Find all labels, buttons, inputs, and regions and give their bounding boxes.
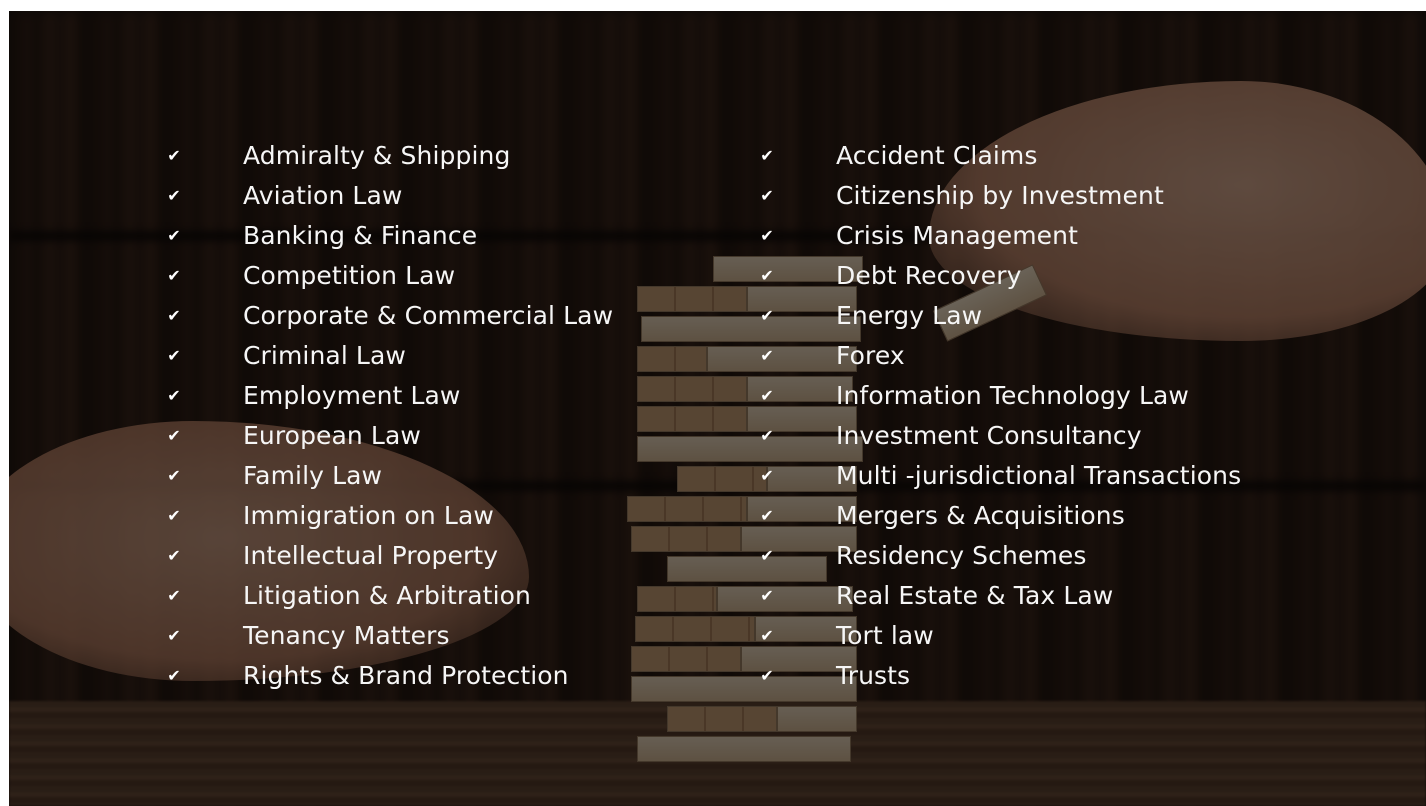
practice-area-label: Energy Law bbox=[836, 301, 983, 330]
practice-areas-left-list: ✔ Admiralty & Shipping ✔ Aviation Law ✔ Ban… bbox=[165, 136, 765, 696]
practice-area-label: Investment Consultancy bbox=[836, 421, 1142, 450]
list-item: ✔ Competition Law bbox=[165, 256, 765, 296]
practice-area-label: European Law bbox=[243, 421, 421, 450]
check-icon: ✔ bbox=[760, 386, 774, 405]
practice-area-label: Information Technology Law bbox=[836, 381, 1189, 410]
list-item: ✔ Tenancy Matters bbox=[165, 616, 765, 656]
practice-area-label: Criminal Law bbox=[243, 341, 406, 370]
check-icon: ✔ bbox=[760, 426, 774, 445]
list-item: ✔ Real Estate & Tax Law bbox=[758, 576, 1418, 616]
list-item: ✔ Rights & Brand Protection bbox=[165, 656, 765, 696]
check-icon: ✔ bbox=[760, 626, 774, 645]
check-icon: ✔ bbox=[167, 306, 181, 325]
list-item: ✔ Residency Schemes bbox=[758, 536, 1418, 576]
practice-area-label: Multi -jurisdictional Transactions bbox=[836, 461, 1242, 490]
check-icon: ✔ bbox=[167, 626, 181, 645]
list-item: ✔ Litigation & Arbitration bbox=[165, 576, 765, 616]
check-icon: ✔ bbox=[167, 466, 181, 485]
list-item: ✔ Tort law bbox=[758, 616, 1418, 656]
list-item: ✔ Trusts bbox=[758, 656, 1418, 696]
check-icon: ✔ bbox=[167, 146, 181, 165]
list-item: ✔ Accident Claims bbox=[758, 136, 1418, 176]
list-item: ✔ Energy Law bbox=[758, 296, 1418, 336]
check-icon: ✔ bbox=[167, 546, 181, 565]
check-icon: ✔ bbox=[167, 226, 181, 245]
list-item: ✔ European Law bbox=[165, 416, 765, 456]
check-icon: ✔ bbox=[167, 426, 181, 445]
list-item: ✔ Crisis Management bbox=[758, 216, 1418, 256]
practice-area-label: Corporate & Commercial Law bbox=[243, 301, 614, 330]
list-item: ✔ Aviation Law bbox=[165, 176, 765, 216]
check-icon: ✔ bbox=[760, 306, 774, 325]
practice-area-label: Accident Claims bbox=[836, 141, 1038, 170]
check-icon: ✔ bbox=[167, 586, 181, 605]
list-item: ✔ Corporate & Commercial Law bbox=[165, 296, 765, 336]
check-icon: ✔ bbox=[167, 266, 181, 285]
check-icon: ✔ bbox=[760, 146, 774, 165]
practice-area-label: Aviation Law bbox=[243, 181, 403, 210]
check-icon: ✔ bbox=[167, 346, 181, 365]
list-item: ✔ Investment Consultancy bbox=[758, 416, 1418, 456]
practice-area-label: Competition Law bbox=[243, 261, 456, 290]
check-icon: ✔ bbox=[167, 186, 181, 205]
check-icon: ✔ bbox=[760, 186, 774, 205]
list-item: ✔ Family Law bbox=[165, 456, 765, 496]
practice-area-label: Family Law bbox=[243, 461, 383, 490]
check-icon: ✔ bbox=[167, 506, 181, 525]
practice-area-label: Banking & Finance bbox=[243, 221, 478, 250]
list-item: ✔ Multi -jurisdictional Transactions bbox=[758, 456, 1418, 496]
list-item: ✔ Intellectual Property bbox=[165, 536, 765, 576]
list-item: ✔ Employment Law bbox=[165, 376, 765, 416]
check-icon: ✔ bbox=[167, 386, 181, 405]
list-item: ✔ Forex bbox=[758, 336, 1418, 376]
check-icon: ✔ bbox=[760, 546, 774, 565]
list-item: ✔ Criminal Law bbox=[165, 336, 765, 376]
practice-area-label: Mergers & Acquisitions bbox=[836, 501, 1125, 530]
practice-area-label: Debt Recovery bbox=[836, 261, 1022, 290]
practice-area-label: Tenancy Matters bbox=[243, 621, 450, 650]
list-item: ✔ Immigration on Law bbox=[165, 496, 765, 536]
practice-area-label: Employment Law bbox=[243, 381, 461, 410]
practice-area-label: Intellectual Property bbox=[243, 541, 499, 570]
practice-area-label: Admiralty & Shipping bbox=[243, 141, 511, 170]
practice-area-label: Litigation & Arbitration bbox=[243, 581, 531, 610]
list-item: ✔ Debt Recovery bbox=[758, 256, 1418, 296]
practice-area-label: Residency Schemes bbox=[836, 541, 1087, 570]
practice-area-label: Trusts bbox=[836, 661, 911, 690]
check-icon: ✔ bbox=[760, 346, 774, 365]
hero-section: ✔ Admiralty & Shipping ✔ Aviation Law ✔ Ban… bbox=[9, 11, 1426, 806]
practice-area-label: Forex bbox=[836, 341, 905, 370]
practice-area-label: Immigration on Law bbox=[243, 501, 494, 530]
list-item: ✔ Citizenship by Investment bbox=[758, 176, 1418, 216]
practice-area-label: Real Estate & Tax Law bbox=[836, 581, 1114, 610]
check-icon: ✔ bbox=[167, 666, 181, 685]
check-icon: ✔ bbox=[760, 666, 774, 685]
check-icon: ✔ bbox=[760, 266, 774, 285]
check-icon: ✔ bbox=[760, 586, 774, 605]
check-icon: ✔ bbox=[760, 506, 774, 525]
list-item: ✔ Admiralty & Shipping bbox=[165, 136, 765, 176]
practice-areas-right-list: ✔ Accident Claims ✔ Citizenship by Investm… bbox=[758, 136, 1418, 696]
check-icon: ✔ bbox=[760, 226, 774, 245]
practice-area-label: Citizenship by Investment bbox=[836, 181, 1164, 210]
practice-area-label: Tort law bbox=[836, 621, 934, 650]
check-icon: ✔ bbox=[760, 466, 774, 485]
list-item: ✔ Banking & Finance bbox=[165, 216, 765, 256]
list-item: ✔ Mergers & Acquisitions bbox=[758, 496, 1418, 536]
list-item: ✔ Information Technology Law bbox=[758, 376, 1418, 416]
practice-area-label: Rights & Brand Protection bbox=[243, 661, 569, 690]
practice-area-label: Crisis Management bbox=[836, 221, 1079, 250]
